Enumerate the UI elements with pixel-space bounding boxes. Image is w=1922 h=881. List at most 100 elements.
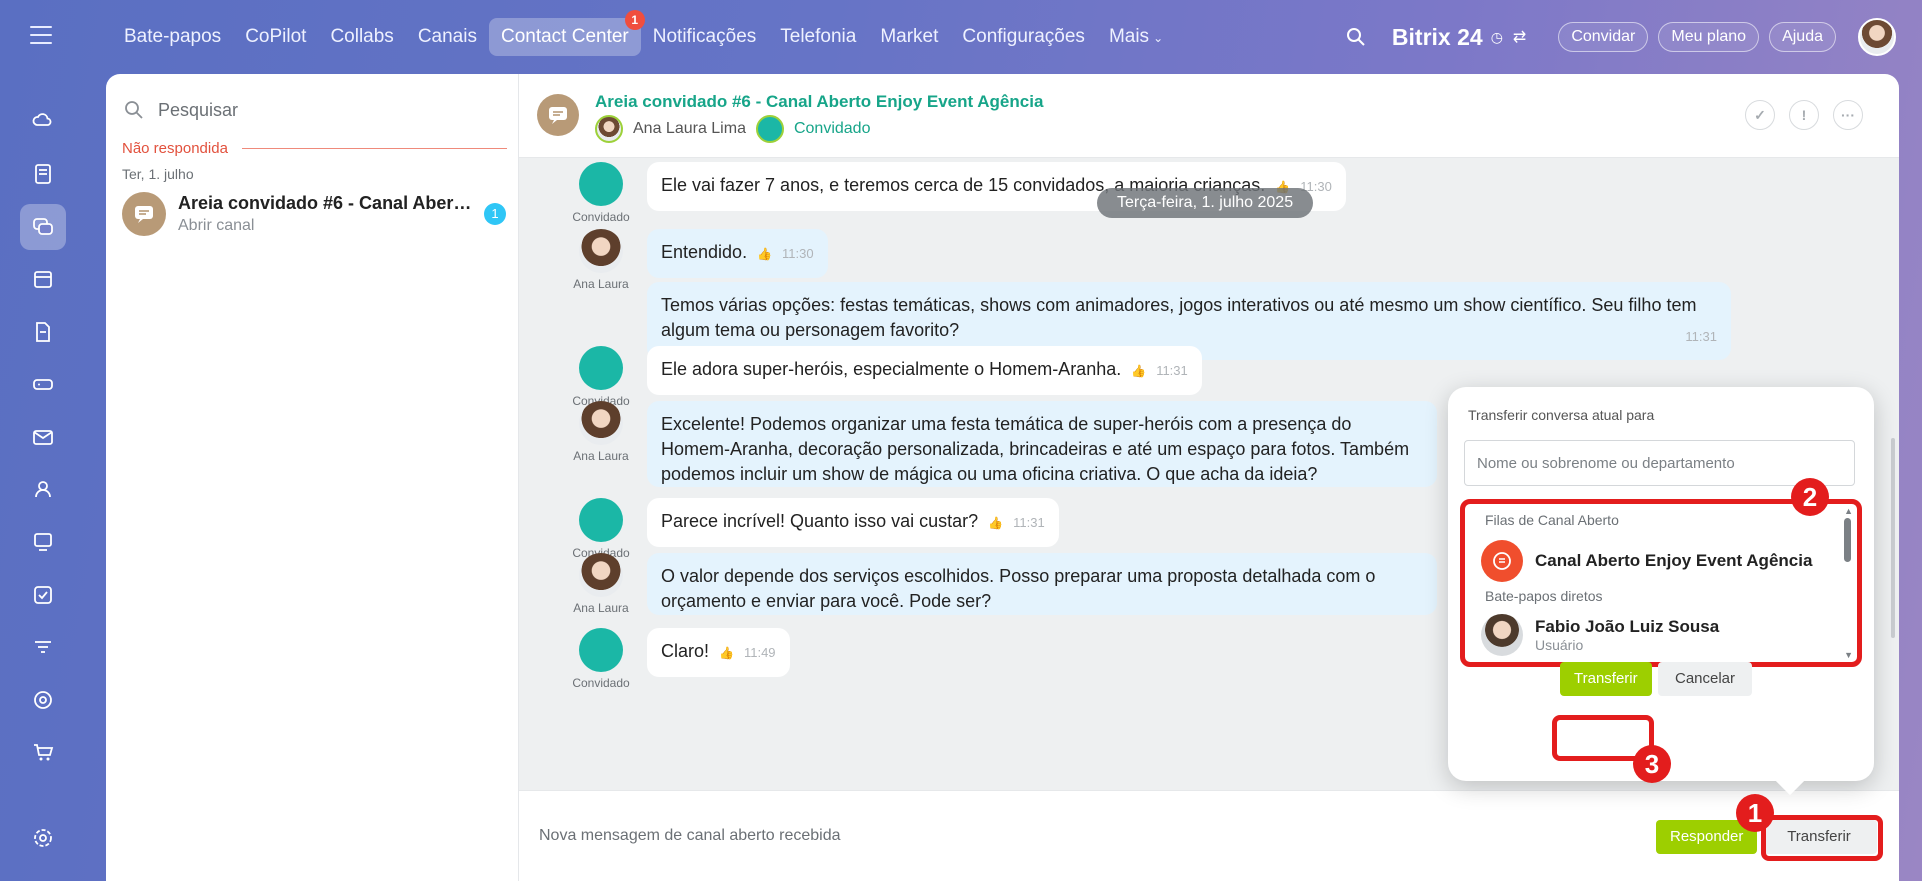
nav-mais-label: Mais bbox=[1108, 26, 1150, 47]
nav-canais[interactable]: Canais bbox=[406, 18, 489, 56]
guest-avatar[interactable] bbox=[579, 498, 623, 542]
scrollbar[interactable] bbox=[1844, 518, 1851, 562]
nav-bate-papos[interactable]: Bate-papos bbox=[112, 18, 233, 56]
like-icon[interactable]: 👍 bbox=[1131, 364, 1146, 378]
message-text: Entendido. bbox=[661, 242, 748, 262]
message-text: O valor depende dos serviços escolhidos.… bbox=[661, 566, 1376, 611]
guest-avatar[interactable] bbox=[579, 628, 623, 672]
sender-label: Convidado bbox=[572, 676, 630, 690]
list-item[interactable]: Areia convidado #6 - Canal Aberto Enjoy … bbox=[116, 186, 511, 242]
message-bubble: Claro! 👍 11:49 bbox=[647, 628, 790, 677]
chats-icon[interactable] bbox=[20, 204, 66, 250]
user-option[interactable]: Fabio João Luiz Sousa Usuário bbox=[1481, 614, 1719, 656]
queue-option[interactable]: Canal Aberto Enjoy Event Agência bbox=[1481, 540, 1812, 582]
message-time: 11:30 bbox=[782, 246, 814, 261]
alert-icon[interactable]: ! bbox=[1789, 100, 1819, 130]
gear-icon[interactable] bbox=[20, 815, 66, 861]
guest-avatar[interactable] bbox=[579, 346, 623, 390]
filter-icon[interactable] bbox=[20, 624, 66, 670]
like-icon[interactable]: 👍 bbox=[988, 516, 1003, 530]
chat-subtitle: Abrir canal bbox=[178, 217, 255, 234]
scroll-up-icon[interactable]: ▲ bbox=[1844, 506, 1853, 516]
nav-configuracoes[interactable]: Configurações bbox=[950, 18, 1097, 56]
chat-title[interactable]: Areia convidado #6 - Canal Aberto Enjoy … bbox=[595, 92, 1043, 112]
training-icon[interactable] bbox=[20, 519, 66, 565]
message-bubble: O valor depende dos serviços escolhidos.… bbox=[647, 553, 1437, 615]
avatar[interactable] bbox=[595, 115, 623, 143]
cloud-icon[interactable] bbox=[20, 98, 66, 144]
mail-icon[interactable] bbox=[20, 414, 66, 460]
chat-bubble-icon bbox=[122, 192, 166, 236]
nav-collabs[interactable]: Collabs bbox=[318, 18, 405, 56]
tasks-icon[interactable] bbox=[20, 572, 66, 618]
top-right-area: Bitrix 24 ◷ ⇄ Convidar Meu plano Ajuda bbox=[1346, 16, 1896, 58]
avatar[interactable] bbox=[579, 401, 623, 445]
more-icon[interactable]: ··· bbox=[1833, 100, 1863, 130]
document-icon[interactable] bbox=[20, 309, 66, 355]
message-time: 11:31 bbox=[1156, 363, 1188, 378]
guest-avatar[interactable] bbox=[755, 115, 784, 143]
avatar bbox=[1481, 614, 1523, 656]
date-divider: Terça-feira, 1. julho 2025 bbox=[1097, 188, 1314, 218]
confirm-transfer-button[interactable]: Transferir bbox=[1560, 662, 1652, 696]
invite-button[interactable]: Convidar bbox=[1558, 22, 1649, 52]
footer-status: Nova mensagem de canal aberto recebida bbox=[539, 827, 841, 844]
header-actions: ✓ ! ··· bbox=[1731, 100, 1863, 130]
scroll-down-icon[interactable]: ▼ bbox=[1844, 650, 1853, 660]
my-plan-button[interactable]: Meu plano bbox=[1658, 22, 1760, 52]
cart-icon[interactable] bbox=[20, 729, 66, 775]
nav-market[interactable]: Market bbox=[868, 18, 950, 56]
message-bubble: Parece incrível! Quanto isso vai custar?… bbox=[647, 498, 1059, 547]
nav-mais[interactable]: Mais ⌄ bbox=[1097, 18, 1175, 56]
nav-copilot[interactable]: CoPilot bbox=[233, 18, 318, 56]
guest-name[interactable]: Convidado bbox=[794, 120, 871, 138]
like-icon[interactable]: 👍 bbox=[719, 646, 734, 660]
guest-avatar[interactable] bbox=[579, 162, 623, 206]
message-text: Ele adora super-heróis, especialmente o … bbox=[661, 359, 1122, 379]
menu-icon[interactable] bbox=[30, 26, 52, 44]
popup-title: Transferir conversa atual para bbox=[1468, 407, 1655, 423]
like-icon[interactable]: 👍 bbox=[757, 247, 772, 261]
search-input[interactable] bbox=[158, 99, 478, 121]
chat-search bbox=[124, 92, 504, 128]
message-text: Parece incrível! Quanto isso vai custar? bbox=[661, 511, 979, 531]
brand-logo: Bitrix 24 bbox=[1392, 24, 1483, 51]
chat-footer: Nova mensagem de canal aberto recebida R… bbox=[519, 790, 1899, 881]
help-button[interactable]: Ajuda bbox=[1769, 22, 1836, 52]
scrollbar[interactable] bbox=[1891, 438, 1895, 638]
user-name: Fabio João Luiz Sousa bbox=[1535, 617, 1720, 636]
transfer-search-input[interactable] bbox=[1464, 440, 1855, 486]
divider bbox=[241, 148, 507, 149]
annotation-box-transfer bbox=[1761, 815, 1883, 861]
check-icon[interactable]: ✓ bbox=[1745, 100, 1775, 130]
annotation-marker-1: 1 bbox=[1736, 794, 1774, 832]
avatar[interactable] bbox=[579, 553, 623, 597]
calendar-icon[interactable] bbox=[20, 256, 66, 302]
top-nav: Bate-papos CoPilot Collabs Canais Contac… bbox=[112, 10, 1175, 56]
nav-contact-center[interactable]: Contact Center 1 bbox=[488, 10, 645, 56]
message-bubble: Entendido. 👍 11:30 bbox=[647, 229, 828, 278]
transfer-popup: Transferir conversa atual para Filas de … bbox=[1448, 387, 1874, 796]
section-label: Não respondida bbox=[122, 140, 228, 157]
participants: Ana Laura Lima Convidado bbox=[595, 114, 870, 144]
cancel-button[interactable]: Cancelar bbox=[1658, 662, 1752, 696]
transfer-target-list: Filas de Canal Aberto Canal Aberto Enjoy… bbox=[1460, 499, 1862, 667]
nav-contact-center-label: Contact Center bbox=[500, 26, 629, 47]
drive-icon[interactable] bbox=[20, 361, 66, 407]
open-channel-icon bbox=[1481, 540, 1523, 582]
settings-sliders-icon[interactable]: ⇄ bbox=[1513, 27, 1526, 47]
sender-label: Convidado bbox=[572, 210, 630, 224]
nav-telefonia[interactable]: Telefonia bbox=[768, 18, 868, 56]
nav-notificacoes[interactable]: Notificações bbox=[641, 18, 769, 56]
user-avatar[interactable] bbox=[1858, 18, 1896, 56]
brand-number: 24 bbox=[1457, 23, 1483, 50]
contacts-icon[interactable] bbox=[20, 466, 66, 512]
search-icon[interactable] bbox=[1346, 27, 1366, 47]
target-icon[interactable] bbox=[20, 677, 66, 723]
search-icon bbox=[125, 101, 143, 119]
direct-section-label: Bate-papos diretos bbox=[1485, 588, 1603, 604]
feed-icon[interactable] bbox=[20, 151, 66, 197]
queue-name: Canal Aberto Enjoy Event Agência bbox=[1535, 551, 1813, 570]
avatar[interactable] bbox=[579, 229, 623, 273]
agent-name[interactable]: Ana Laura Lima bbox=[633, 120, 746, 138]
